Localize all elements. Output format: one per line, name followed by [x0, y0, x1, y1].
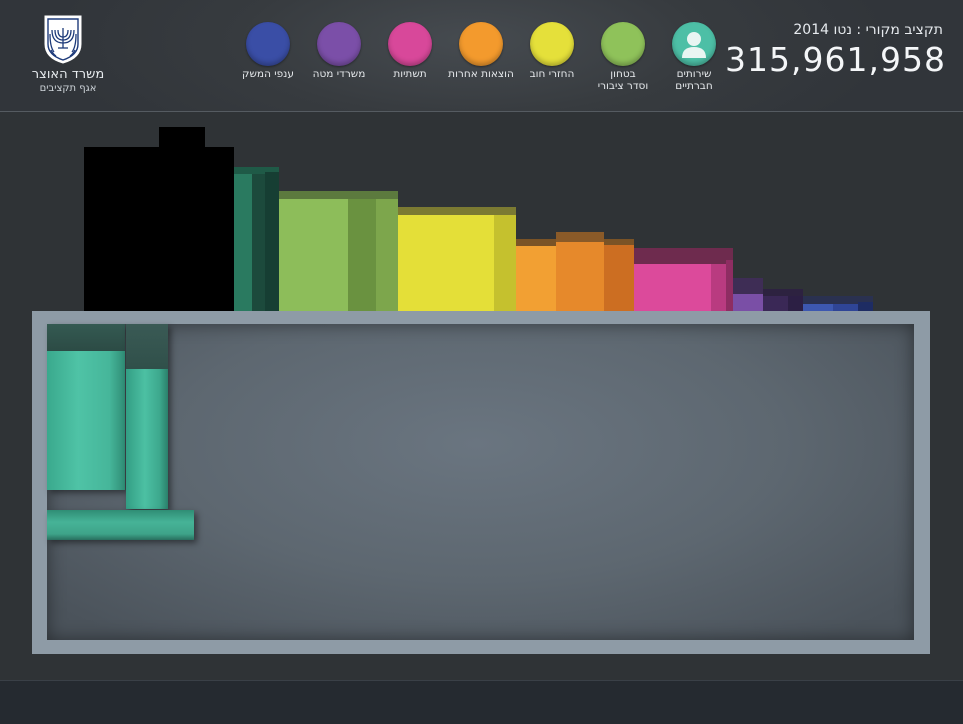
bar-debt-repayment[interactable]: [398, 207, 516, 312]
state-emblem-icon: [44, 15, 82, 64]
bar-block-black[interactable]: [84, 127, 234, 312]
debt-repayment-color-dot-icon: [530, 22, 574, 66]
detail-tile-1[interactable]: [47, 324, 125, 490]
other-expenses-color-dot-icon: [459, 22, 503, 66]
category-social-services[interactable]: שירותים חברתיים: [654, 22, 734, 102]
budget-caption: תקציב מקורי : נטו 2014: [793, 22, 943, 38]
category-label: בטחון וסדר ציבורי: [597, 68, 649, 92]
category-debt-repayment[interactable]: החזרי חוב: [512, 22, 592, 102]
security-color-dot-icon: [601, 22, 645, 66]
infrastructure-color-dot-icon: [388, 22, 432, 66]
category-other-expenses[interactable]: הוצאות אחרות: [441, 22, 521, 102]
budget-visualization-app: משרד האוצר אגף תקציבים ענפי המשק משרדי מ…: [0, 0, 963, 724]
headquarters-color-dot-icon: [317, 22, 361, 66]
person-icon: [672, 22, 716, 66]
detail-panel: [32, 311, 930, 654]
ministry-title: משרד האוצר: [31, 67, 105, 82]
budget-3d-bar-chart: [0, 112, 963, 312]
category-infrastructure[interactable]: תשתיות: [370, 22, 450, 102]
category-label: משרדי מטה: [312, 68, 366, 80]
detail-tile-2[interactable]: [126, 324, 168, 509]
detail-tile-cap: [47, 324, 125, 351]
bar-industry[interactable]: [803, 296, 873, 312]
category-label: שירותים חברתיים: [675, 68, 713, 92]
bar-infrastructure[interactable]: [634, 248, 733, 312]
category-label: ענפי המשק: [242, 68, 294, 80]
bar-security[interactable]: [279, 191, 398, 312]
category-label: הוצאות אחרות: [448, 68, 514, 80]
detail-tile-cap: [126, 324, 168, 369]
category-security[interactable]: בטחון וסדר ציבורי: [583, 22, 663, 102]
industry-color-dot-icon: [246, 22, 290, 66]
header: משרד האוצר אגף תקציבים ענפי המשק משרדי מ…: [0, 0, 963, 112]
detail-panel-canvas: [47, 324, 914, 640]
budget-total: 315,961,958: [725, 40, 946, 79]
bar-other-expenses[interactable]: [516, 232, 634, 312]
bar-headquarters[interactable]: [733, 278, 803, 312]
category-label: החזרי חוב: [529, 68, 575, 80]
category-industry[interactable]: ענפי המשק: [228, 22, 308, 102]
category-headquarters[interactable]: משרדי מטה: [299, 22, 379, 102]
detail-tile-3[interactable]: [47, 510, 194, 540]
ministry-logo[interactable]: משרד האוצר אגף תקציבים: [20, 14, 104, 98]
footer-bar: [0, 680, 963, 724]
bar-social-services[interactable]: [234, 167, 279, 312]
category-label: תשתיות: [393, 68, 427, 80]
ministry-subtitle: אגף תקציבים: [39, 83, 97, 94]
